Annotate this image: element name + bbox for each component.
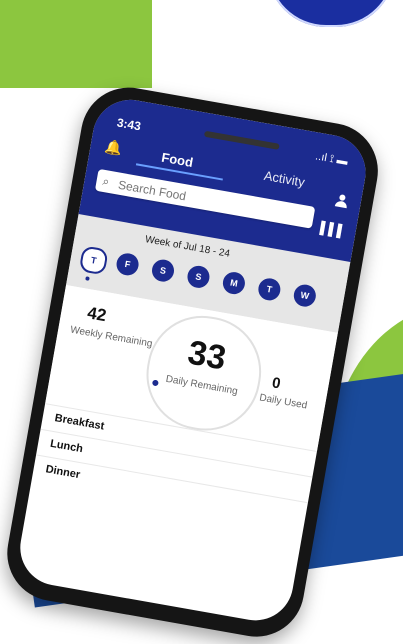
meal-label: Breakfast bbox=[53, 412, 106, 433]
barcode-icon[interactable]: ▌▌▌ bbox=[319, 220, 347, 238]
status-icons: ..ıl ⟟ ▬ bbox=[314, 150, 349, 168]
tab-food[interactable]: Food bbox=[160, 150, 194, 170]
weekly-remaining-label: Weekly Remaining bbox=[69, 324, 154, 350]
background-blue-circle bbox=[262, 0, 400, 32]
day-button-sat[interactable]: S bbox=[150, 257, 176, 284]
day-button-mon[interactable]: M bbox=[221, 270, 247, 296]
daily-progress-ring: 33 Daily Remaining bbox=[137, 307, 270, 440]
meal-label: Dinner bbox=[44, 463, 82, 482]
weekly-remaining-value: 42 bbox=[85, 303, 108, 326]
phone-speaker bbox=[203, 130, 280, 150]
selected-day-dot bbox=[85, 276, 90, 281]
status-time: 3:43 bbox=[115, 115, 142, 134]
day-button-tue[interactable]: T bbox=[256, 276, 283, 303]
daily-used-value: 0 bbox=[270, 374, 282, 393]
background-green-block bbox=[0, 0, 152, 88]
progress-dot bbox=[151, 379, 159, 387]
day-button-wed[interactable]: W bbox=[292, 282, 318, 309]
day-button-thu[interactable]: T bbox=[78, 245, 109, 276]
daily-used-label: Daily Used bbox=[258, 392, 308, 412]
day-button-fri[interactable]: F bbox=[114, 251, 141, 278]
meal-label: Lunch bbox=[49, 437, 84, 456]
tab-activity[interactable]: Activity bbox=[263, 168, 306, 190]
search-icon: ⌕ bbox=[101, 173, 111, 189]
day-button-sun[interactable]: S bbox=[185, 264, 212, 290]
bell-icon[interactable]: 🔔 bbox=[103, 138, 123, 158]
week-label: Week of Jul 18 - 24 bbox=[144, 234, 231, 260]
user-icon[interactable] bbox=[331, 190, 352, 211]
